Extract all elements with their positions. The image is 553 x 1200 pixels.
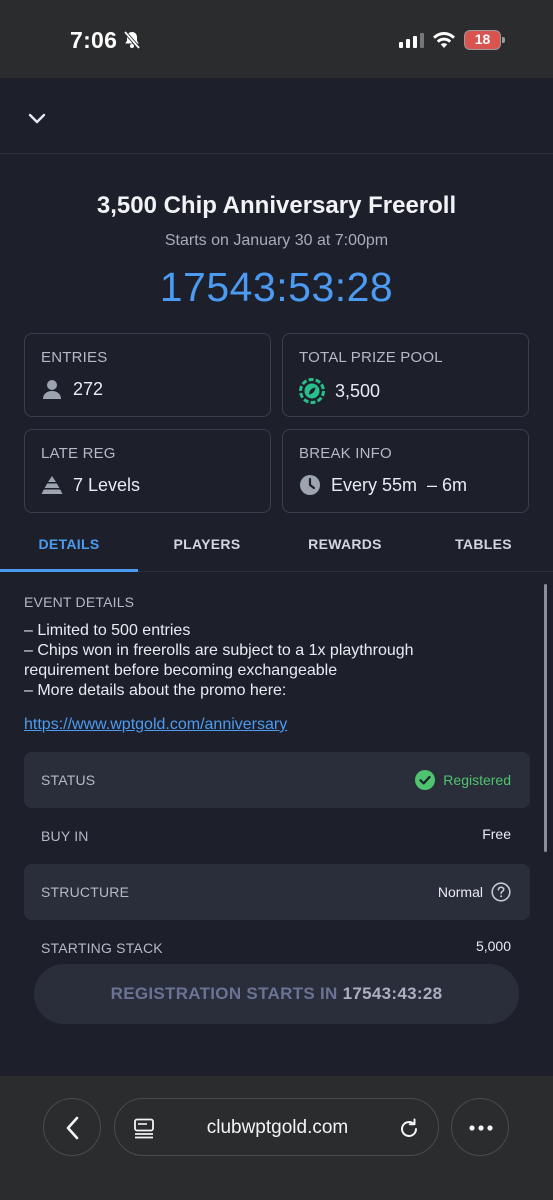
- prize-pool-label: TOTAL PRIZE POOL: [299, 349, 443, 366]
- address-bar[interactable]: clubwptgold.com: [114, 1098, 439, 1156]
- entries-value: 272: [73, 378, 104, 399]
- url-text: clubwptgold.com: [206, 1117, 349, 1138]
- status-row: STATUS Registered: [24, 752, 530, 808]
- late-reg-card: LATE REG 7 Levels: [24, 429, 271, 513]
- signal-icon: [399, 32, 424, 48]
- tab-rewards[interactable]: REWARDS: [276, 528, 414, 572]
- details-line: – Limited to 500 entries: [24, 622, 191, 639]
- buy-in-row: BUY IN Free: [24, 808, 530, 864]
- reload-icon[interactable]: [398, 1117, 420, 1139]
- registration-label: REGISTRATION STARTS IN: [110, 984, 338, 1003]
- pyramid-icon: [41, 476, 63, 494]
- status-value: Registered: [443, 772, 511, 788]
- buy-in-label: BUY IN: [41, 828, 89, 844]
- event-start-time: Starts on January 30 at 7:00pm: [164, 232, 389, 249]
- status-label: STATUS: [41, 772, 96, 788]
- break-info-card: BREAK INFO Every 55m – 6m: [282, 429, 529, 513]
- back-button[interactable]: [43, 1098, 101, 1156]
- check-circle-icon: [415, 770, 436, 790]
- status-time: 7:06: [70, 27, 118, 53]
- entries-label: ENTRIES: [41, 349, 108, 366]
- late-reg-value: 7 Levels: [73, 474, 141, 495]
- more-button[interactable]: [451, 1098, 509, 1156]
- structure-label: STRUCTURE: [41, 884, 130, 900]
- tab-tables[interactable]: TABLES: [414, 528, 553, 572]
- tab-details[interactable]: DETAILS: [0, 528, 138, 572]
- event-details-text: – Limited to 500 entries – Chips won in …: [24, 621, 494, 701]
- chip-icon: [299, 378, 325, 404]
- bell-slash-icon: [123, 30, 141, 50]
- starting-stack-label: STARTING STACK: [41, 940, 163, 956]
- details-line: – Chips won in freerolls are subject to …: [24, 642, 414, 679]
- buy-in-value: Free: [482, 826, 511, 842]
- registration-countdown: 17543:43:28: [342, 984, 443, 1003]
- wifi-icon: [433, 32, 455, 48]
- entries-card: ENTRIES 272: [24, 333, 271, 417]
- promo-link[interactable]: https://www.wptgold.com/anniversary: [24, 716, 287, 734]
- event-details-heading: EVENT DETAILS: [24, 594, 135, 610]
- prize-pool-card: TOTAL PRIZE POOL 3,500: [282, 333, 529, 417]
- top-bar: [0, 78, 553, 154]
- break-info-label: BREAK INFO: [299, 445, 392, 462]
- tab-players[interactable]: PLAYERS: [138, 528, 276, 572]
- browser-toolbar: clubwptgold.com: [0, 1076, 553, 1200]
- details-line: – More details about the promo here:: [24, 682, 287, 699]
- late-reg-label: LATE REG: [41, 445, 116, 462]
- clock-icon: [300, 475, 320, 495]
- event-countdown: 17543:53:28: [159, 264, 394, 310]
- structure-row: STRUCTURE Normal: [24, 864, 530, 920]
- prize-pool-value: 3,500: [335, 380, 381, 401]
- structure-value: Normal: [437, 884, 483, 900]
- event-title: 3,500 Chip Anniversary Freeroll: [96, 192, 457, 219]
- starting-stack-value: 5,000: [475, 938, 511, 954]
- help-circle-icon[interactable]: [491, 882, 511, 902]
- user-icon: [43, 380, 61, 399]
- break-info-value: Every 55m – 6m: [331, 474, 468, 495]
- scrollbar[interactable]: [544, 584, 547, 852]
- battery-icon: 18: [464, 30, 505, 50]
- chevron-down-icon[interactable]: [22, 106, 52, 130]
- more-icon: [469, 1125, 493, 1131]
- tab-bar: DETAILS PLAYERS REWARDS TABLES: [0, 528, 553, 572]
- registration-button[interactable]: REGISTRATION STARTS IN 17543:43:28: [34, 964, 519, 1024]
- battery-level: 18: [474, 31, 491, 47]
- chevron-left-icon: [66, 1116, 79, 1140]
- status-bar: 7:06 18: [0, 0, 553, 78]
